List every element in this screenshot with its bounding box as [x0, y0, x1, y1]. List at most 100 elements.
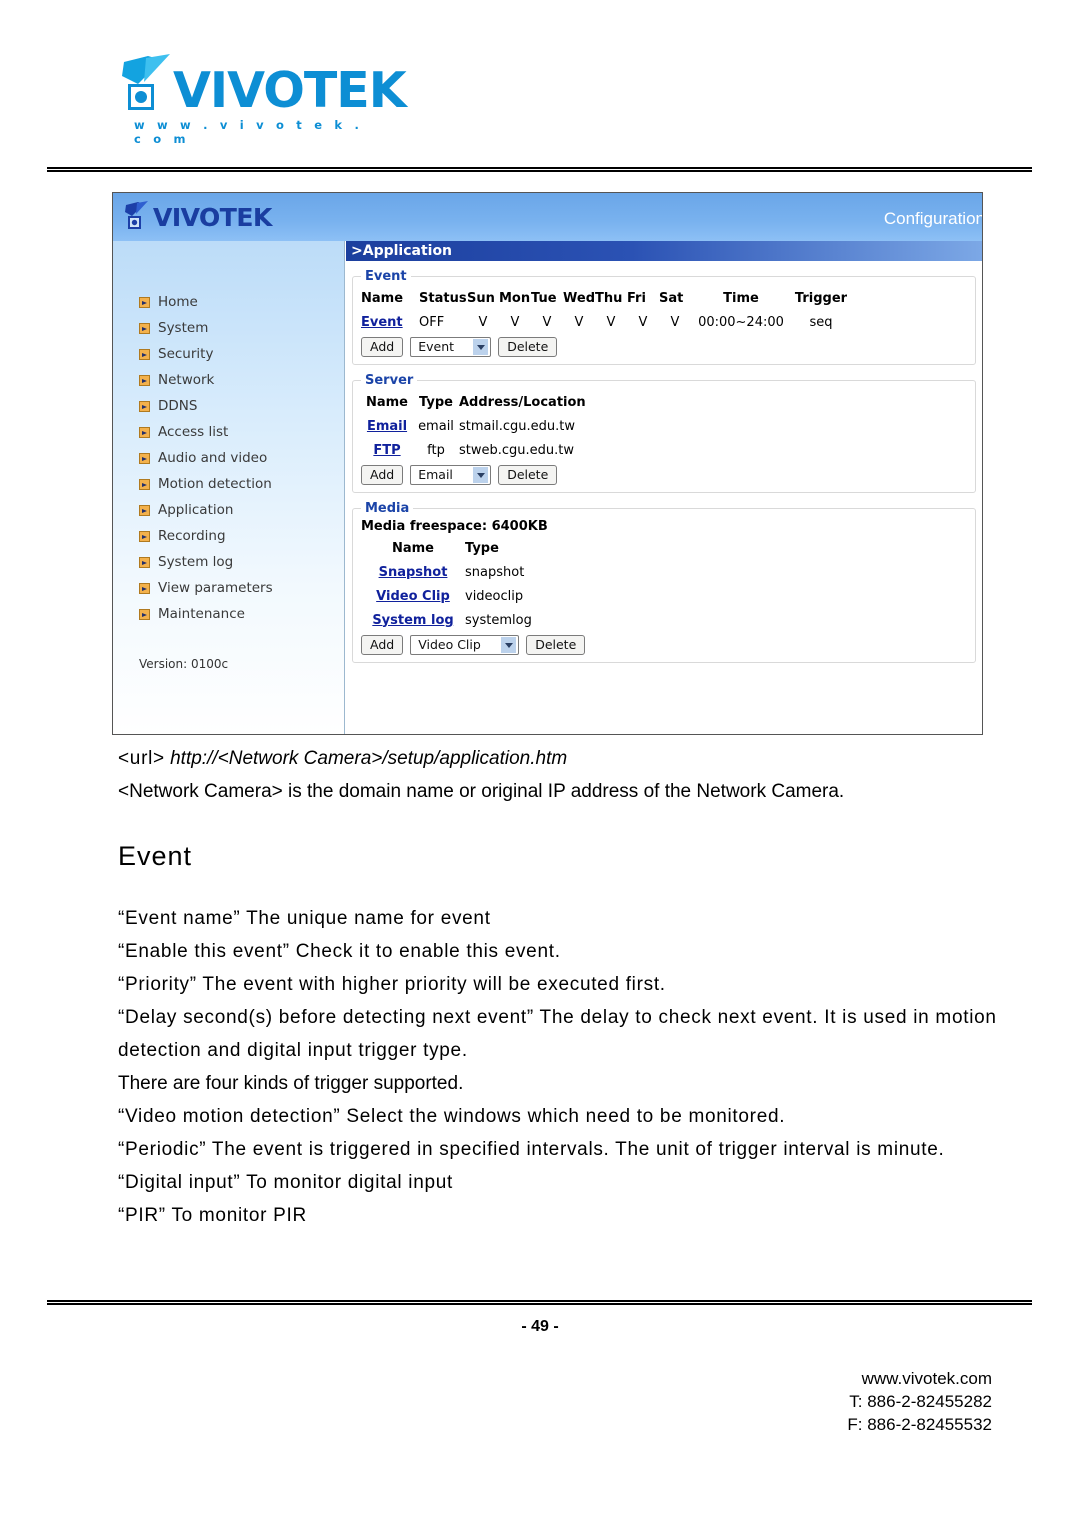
event-table: Name Status Sun Mon Tue Wed Thu Fri Sat …: [361, 286, 967, 334]
footer-fax: F: 886-2-82455532: [847, 1415, 992, 1434]
server-table-header: Name Type Address/Location: [361, 390, 967, 414]
media-name-link-system-log[interactable]: System log: [372, 613, 453, 628]
arrow-bullet-icon: [139, 296, 150, 308]
media-panel-legend: Media: [365, 501, 410, 516]
firmware-version-label: Version: 0100c: [139, 657, 229, 671]
col-header-sun: Sun: [467, 290, 495, 306]
paragraph-periodic: “Periodic” The event is triggered in spe…: [118, 1139, 945, 1160]
col-header-thu: Thu: [595, 290, 623, 306]
event-day-sun: V: [478, 314, 488, 330]
event-type-select[interactable]: Event: [410, 337, 492, 357]
event-type-select-value: Event: [418, 339, 455, 354]
media-type: snapshot: [465, 564, 525, 580]
arrow-bullet-icon: [139, 530, 150, 542]
media-delete-button[interactable]: Delete: [526, 635, 586, 655]
url-note: <Network Camera> is the domain name or o…: [118, 781, 845, 802]
sidebar-item-network[interactable]: Network: [139, 367, 339, 393]
url-line: <url> http://<Network Camera>/setup/appl…: [118, 748, 998, 770]
arrow-bullet-icon: [139, 374, 150, 386]
ui-vivotek-logo-icon: [125, 201, 148, 229]
server-type: email: [418, 418, 454, 434]
event-day-mon: V: [510, 314, 520, 330]
server-type-select-value: Email: [418, 467, 453, 482]
event-day-wed: V: [574, 314, 584, 330]
col-header-tue: Tue: [531, 290, 557, 306]
col-header-trigger: Trigger: [794, 290, 848, 306]
sidebar-item-label: Network: [158, 372, 215, 388]
media-panel: Media Media freespace: 6400KB Name Type …: [352, 501, 976, 663]
media-name-link-snapshot[interactable]: Snapshot: [379, 565, 448, 580]
sidebar-item-maintenance[interactable]: Maintenance: [139, 601, 339, 627]
server-delete-button[interactable]: Delete: [498, 465, 558, 485]
brand-url: w w w . v i v o t e k . c o m: [134, 118, 364, 146]
col-header-name: Name: [365, 394, 408, 410]
sidebar-item-recording[interactable]: Recording: [139, 523, 339, 549]
col-header-name: Name: [361, 290, 404, 306]
sidebar-item-label: View parameters: [158, 580, 273, 596]
sidebar-item-security[interactable]: Security: [139, 341, 339, 367]
page-title: >Application: [346, 241, 982, 261]
arrow-bullet-icon: [139, 556, 150, 568]
footer-rule: [47, 1300, 1032, 1305]
header-rule: [47, 167, 1032, 172]
event-name-link[interactable]: Event: [361, 315, 403, 330]
event-panel: Event Name Status Sun Mon Tue Wed Thu Fr…: [352, 269, 976, 365]
col-header-name: Name: [391, 540, 434, 556]
media-table-header: Name Type: [361, 536, 967, 560]
server-address: stmail.cgu.edu.tw: [459, 418, 575, 434]
ui-brand-wordmark: VIVOTEK: [153, 203, 272, 232]
col-header-status: Status: [419, 290, 467, 306]
sidebar-item-home[interactable]: Home: [139, 289, 339, 315]
sidebar-item-application[interactable]: Application: [139, 497, 339, 523]
media-name-link-video-clip[interactable]: Video Clip: [376, 589, 450, 604]
ui-header-bar: VIVOTEK Configuration: [113, 193, 982, 241]
sidebar-item-system[interactable]: System: [139, 315, 339, 341]
url-value: http://<Network Camera>/setup/applicatio…: [170, 748, 568, 769]
event-delete-button[interactable]: Delete: [498, 337, 558, 357]
table-row: Video Clip videoclip: [361, 584, 967, 608]
arrow-bullet-icon: [139, 452, 150, 464]
event-time: 00:00~24:00: [698, 314, 784, 330]
sidebar-item-view-parameters[interactable]: View parameters: [139, 575, 339, 601]
event-panel-legend: Event: [365, 269, 407, 284]
page-number: - 49 -: [521, 1318, 559, 1335]
paragraph-pir: “PIR” To monitor PIR: [118, 1205, 307, 1226]
arrow-bullet-icon: [139, 504, 150, 516]
sidebar-item-audio-and-video[interactable]: Audio and video: [139, 445, 339, 471]
sidebar-item-label: Application: [158, 502, 234, 518]
sidebar-item-system-log[interactable]: System log: [139, 549, 339, 575]
arrow-bullet-icon: [139, 400, 150, 412]
server-name-link-email[interactable]: Email: [367, 419, 407, 434]
server-name-link-ftp[interactable]: FTP: [373, 443, 400, 458]
sidebar-item-ddns[interactable]: DDNS: [139, 393, 339, 419]
vivotek-camera-logo-icon: [122, 54, 170, 110]
server-type-select[interactable]: Email: [410, 465, 492, 485]
sidebar-item-label: Security: [158, 346, 214, 362]
event-day-sat: V: [670, 314, 680, 330]
paragraph-enable-event: “Enable this event” Check it to enable t…: [118, 941, 561, 962]
col-header-fri: Fri: [627, 290, 646, 306]
col-header-type: Type: [465, 540, 499, 556]
table-row: Snapshot snapshot: [361, 560, 967, 584]
event-table-header: Name Status Sun Mon Tue Wed Thu Fri Sat …: [361, 286, 967, 310]
media-type-select[interactable]: Video Clip: [410, 635, 520, 655]
sidebar-item-motion-detection[interactable]: Motion detection: [139, 471, 339, 497]
chevron-down-icon: [501, 637, 517, 653]
media-table: Name Type Snapshot snapshot Video Clip v…: [361, 536, 967, 632]
sidebar-item-label: System: [158, 320, 209, 336]
event-add-button[interactable]: Add: [361, 337, 404, 357]
sidebar-item-label: Audio and video: [158, 450, 268, 466]
ui-sidebar: Home System Security Network DDNS Access…: [113, 241, 345, 734]
sidebar-item-access-list[interactable]: Access list: [139, 419, 339, 445]
event-status: OFF: [419, 314, 445, 330]
media-freespace-label: Media freespace: 6400KB: [361, 519, 548, 534]
paragraph-digital-input: “Digital input” To monitor digital input: [118, 1172, 453, 1193]
sidebar-item-label: Motion detection: [158, 476, 272, 492]
arrow-bullet-icon: [139, 608, 150, 620]
arrow-bullet-icon: [139, 322, 150, 334]
server-add-button[interactable]: Add: [361, 465, 404, 485]
col-header-type: Type: [419, 394, 453, 410]
arrow-bullet-icon: [139, 348, 150, 360]
media-add-button[interactable]: Add: [361, 635, 404, 655]
table-row: Event OFF V V V V V V V 00:00~24:00 seq: [361, 310, 967, 334]
